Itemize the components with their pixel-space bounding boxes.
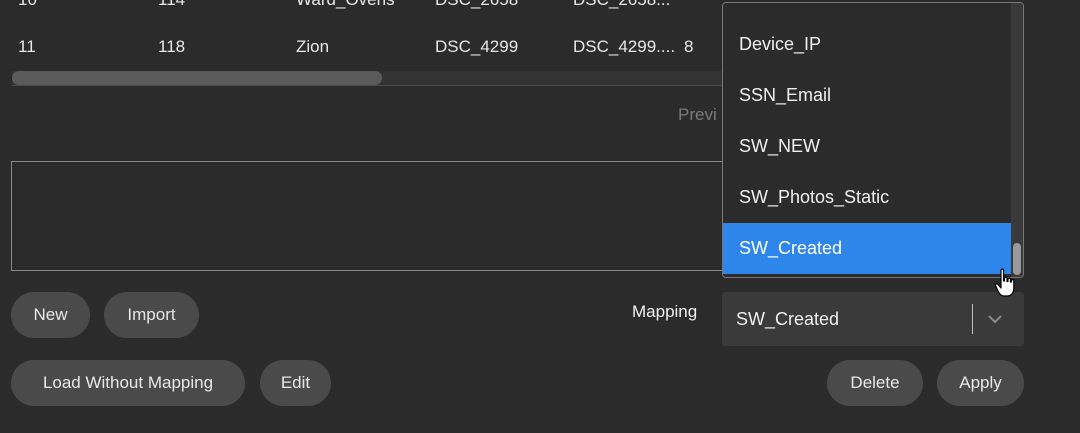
edit-button[interactable]: Edit [260, 360, 331, 406]
cell-file-full: DSC_4299.... [573, 37, 676, 56]
cell-num: 118 [158, 37, 186, 56]
load-without-mapping-button[interactable]: Load Without Mapping [11, 360, 245, 406]
dropdown-option[interactable]: Device_IP [723, 19, 1011, 70]
dropdown-scrollbar[interactable] [1011, 3, 1023, 277]
mapping-label: Mapping [632, 302, 698, 321]
new-button[interactable]: New [11, 292, 90, 338]
cell-extra: 8 [684, 37, 694, 56]
previous-page-link[interactable]: Previ [678, 105, 717, 125]
mapping-dropdown-menu[interactable]: Device_IP SSN_Email SW_NEW SW_Photos_Sta… [722, 2, 1024, 278]
horizontal-scrollbar-thumb[interactable] [12, 71, 382, 85]
cell-id: 11 [18, 37, 36, 56]
cell-name: Zion [296, 37, 330, 56]
cell-file: DSC_4299 [435, 37, 519, 56]
select-separator [972, 304, 973, 334]
delete-button[interactable]: Delete [827, 360, 923, 406]
hand-pointer-icon [994, 268, 1015, 297]
chevron-down-icon[interactable] [986, 310, 1004, 328]
import-button[interactable]: Import [104, 292, 199, 338]
dropdown-option[interactable]: SW_Photos_Static [723, 172, 1011, 223]
dropdown-option[interactable]: SW_NEW [723, 121, 1011, 172]
mapping-select[interactable]: SW_Created [722, 292, 1024, 346]
dropdown-option-selected[interactable]: SW_Created [723, 223, 1011, 274]
apply-button[interactable]: Apply [937, 360, 1024, 406]
mapping-select-value: SW_Created [736, 309, 840, 329]
dropdown-option[interactable]: SSN_Email [723, 70, 1011, 121]
